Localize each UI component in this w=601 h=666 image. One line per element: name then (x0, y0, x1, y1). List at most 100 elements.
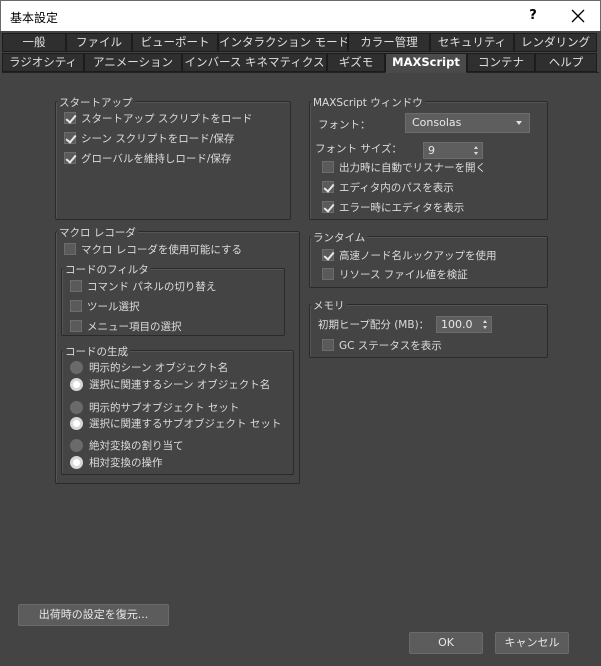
checkbox-label: シーン スクリプトをロード/保存 (81, 132, 235, 145)
checkbox-box (322, 339, 334, 351)
checkbox-label: 出力時に自動でリスナーを開く (339, 161, 486, 174)
checkbox-label: エディタ内のパスを表示 (339, 181, 454, 194)
checkbox-box (64, 132, 76, 144)
checkbox-box (322, 201, 334, 213)
show-gc-status-checkbox[interactable]: GC ステータスを表示 (322, 337, 442, 353)
startup-group-title: スタートアップ (57, 95, 135, 110)
checkbox-label: リソース ファイル値を検証 (339, 268, 468, 281)
fast-node-name-lookup-checkbox[interactable]: 高速ノード名ルックアップを使用 (322, 247, 497, 263)
relative-transform-operations-radio[interactable]: 相対変換の操作 (70, 454, 163, 470)
checkbox-box (70, 280, 82, 292)
radio-label: 選択に関連するサブオブジェクト セット (89, 417, 282, 430)
memory-group-title: メモリ (311, 298, 347, 313)
tool-selections-checkbox[interactable]: ツール選択 (70, 298, 140, 314)
checkbox-label: グローバルを維持しロード/保存 (81, 152, 232, 165)
tab-gizmos[interactable]: ギズモ (327, 53, 385, 72)
close-icon (571, 9, 585, 23)
selection-relative-scene-object-names-radio[interactable]: 選択に関連するシーン オブジェクト名 (70, 376, 270, 392)
checkbox-box (64, 112, 76, 124)
font-dropdown-value: Consolas (412, 116, 462, 129)
spinner-down-icon[interactable] (483, 326, 487, 329)
radio-dot (70, 416, 83, 430)
code-filter-group-title: コードのフィルタ (63, 262, 151, 277)
checkbox-box (70, 320, 82, 332)
tab-interaction-mode[interactable]: インタラクション モード (218, 33, 348, 52)
checkbox-label: マクロ レコーダを使用可能にする (81, 243, 242, 256)
absolute-transform-assignments-radio[interactable]: 絶対変換の割り当て (70, 437, 184, 453)
code-generation-group-title: コードの生成 (63, 344, 130, 359)
cancel-button[interactable]: キャンセル (495, 632, 569, 654)
font-dropdown[interactable]: Consolas (405, 113, 530, 133)
validate-resource-file-values-checkbox[interactable]: リソース ファイル値を検証 (322, 266, 468, 282)
spinner-up-icon[interactable] (483, 320, 487, 323)
runtime-group-title: ランタイム (311, 230, 368, 245)
checkbox-box (322, 181, 334, 193)
radio-dot (70, 455, 83, 469)
load-save-scene-scripts-checkbox[interactable]: シーン スクリプトをロード/保存 (64, 130, 234, 146)
radio-label: 相対変換の操作 (89, 456, 163, 469)
load-save-persistent-globals-checkbox[interactable]: グローバルを維持しロード/保存 (64, 150, 231, 166)
close-button[interactable] (561, 4, 595, 28)
show-editor-path-checkbox[interactable]: エディタ内のパスを表示 (322, 179, 454, 195)
title-bar: 基本設定 ? (0, 0, 601, 31)
selection-relative-subobject-sets-radio[interactable]: 選択に関連するサブオブジェクト セット (70, 415, 281, 431)
checkbox-label: GC ステータスを表示 (339, 339, 442, 352)
tab-maxscript[interactable]: MAXScript (385, 53, 467, 73)
checkbox-box (322, 161, 334, 173)
maxscript-window-group-title: MAXScript ウィンドウ (311, 95, 425, 110)
tab-help[interactable]: ヘルプ (535, 53, 597, 72)
initial-heap-spinner[interactable]: 100.0 (436, 316, 492, 333)
checkbox-label: コマンド パネルの切り替え (87, 280, 217, 293)
radio-dot (70, 438, 83, 452)
radio-label: 絶対変換の割り当て (89, 439, 184, 452)
tab-general[interactable]: 一般 (2, 33, 66, 52)
ok-button[interactable]: OK (409, 632, 483, 654)
checkbox-label: ツール選択 (87, 300, 140, 313)
tab-containers[interactable]: コンテナ (467, 53, 535, 72)
show-editor-on-error-checkbox[interactable]: エラー時にエディタを表示 (322, 199, 464, 215)
font-size-spinner[interactable]: 9 (423, 142, 483, 159)
checkbox-box (64, 152, 76, 164)
checkbox-label: 高速ノード名ルックアップを使用 (339, 249, 497, 262)
restore-defaults-button[interactable]: 出荷時の設定を復元... (18, 604, 169, 626)
tab-viewports[interactable]: ビューポート (132, 33, 218, 52)
checkbox-box (322, 249, 334, 261)
chevron-down-icon (516, 121, 522, 125)
spinner-up-icon[interactable] (474, 146, 478, 149)
tab-animation[interactable]: アニメーション (84, 53, 182, 72)
initial-heap-label: 初期ヒープ配分 (MB)： (318, 319, 430, 331)
radio-dot (70, 360, 83, 374)
explicit-subobject-sets-radio[interactable]: 明示的サブオブジェクト セット (70, 399, 239, 415)
initial-heap-value: 100.0 (441, 318, 473, 331)
checkbox-label: メニュー項目の選択 (87, 320, 182, 333)
radio-label: 明示的サブオブジェクト セット (89, 401, 240, 414)
font-label: フォント： (318, 119, 371, 131)
checkbox-box (70, 300, 82, 312)
spinner-down-icon[interactable] (474, 152, 478, 155)
checkbox-box (64, 243, 76, 255)
window-title: 基本設定 (10, 11, 59, 25)
tab-radiosity[interactable]: ラジオシティ (2, 53, 84, 72)
macro-recorder-group-title: マクロ レコーダ (57, 225, 138, 240)
auto-open-listener-checkbox[interactable]: 出力時に自動でリスナーを開く (322, 159, 486, 175)
tab-color-management[interactable]: カラー管理 (348, 33, 430, 52)
help-button[interactable]: ? (519, 5, 547, 27)
radio-label: 選択に関連するシーン オブジェクト名 (89, 378, 271, 391)
enable-macro-recorder-checkbox[interactable]: マクロ レコーダを使用可能にする (64, 241, 242, 257)
tab-security[interactable]: セキュリティ (430, 33, 514, 52)
checkbox-label: エラー時にエディタを表示 (339, 201, 465, 214)
radio-dot (70, 377, 83, 391)
tab-files[interactable]: ファイル (66, 33, 132, 52)
radio-dot (70, 400, 83, 414)
load-startup-scripts-checkbox[interactable]: スタートアップ スクリプトをロード (64, 110, 252, 126)
checkbox-label: スタートアップ スクリプトをロード (81, 112, 253, 125)
command-panel-switchings-checkbox[interactable]: コマンド パネルの切り替え (70, 278, 216, 294)
explicit-scene-object-names-radio[interactable]: 明示的シーン オブジェクト名 (70, 359, 228, 375)
radio-label: 明示的シーン オブジェクト名 (89, 361, 229, 374)
tab-inverse-kinematics[interactable]: インバース キネマティクス (182, 53, 327, 72)
font-size-value: 9 (428, 144, 435, 157)
tab-rendering[interactable]: レンダリング (514, 33, 597, 52)
checkbox-box (322, 268, 334, 280)
font-size-label: フォント サイズ： (315, 143, 403, 155)
menu-item-selections-checkbox[interactable]: メニュー項目の選択 (70, 318, 182, 334)
